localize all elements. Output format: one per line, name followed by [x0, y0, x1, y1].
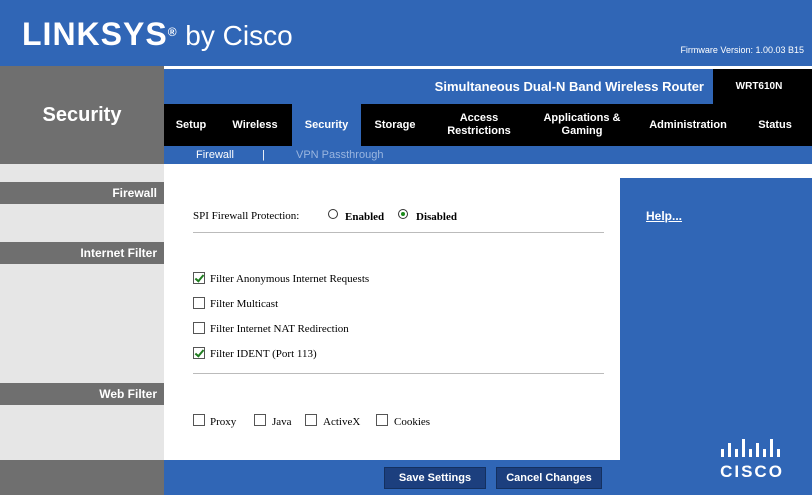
firmware-version: Firmware Version: 1.00.03 B15 [680, 45, 804, 55]
tab-storage[interactable]: Storage [361, 104, 429, 146]
section-label-web-filter: Web Filter [0, 383, 164, 405]
left-section-panel [0, 164, 164, 495]
cancel-changes-button[interactable]: Cancel Changes [496, 467, 602, 489]
tab-applications-gaming[interactable]: Applications & Gaming [531, 104, 633, 146]
subtab-vpn-passthrough[interactable]: VPN Passthrough [296, 149, 383, 161]
spi-disabled-radio[interactable] [398, 209, 408, 219]
section-label-firewall: Firewall [0, 182, 164, 204]
activex-label: ActiveX [323, 416, 361, 428]
subnav-separator: | [262, 149, 265, 161]
proxy-label: Proxy [210, 416, 237, 428]
spi-enabled-label: Enabled [345, 211, 385, 223]
filter-nat-redirection-checkbox[interactable] [193, 322, 205, 334]
page-title: Security [42, 104, 122, 126]
tab-wireless[interactable]: Wireless [218, 104, 292, 146]
left-bottom-bar [0, 460, 164, 495]
internet-filter-divider [193, 373, 604, 374]
tab-administration[interactable]: Administration [640, 104, 736, 146]
logo-brand: LINKSYS [22, 16, 168, 52]
logo-by-cisco: by Cisco [177, 20, 293, 51]
product-name: Simultaneous Dual-N Band Wireless Router [434, 79, 704, 94]
java-label: Java [272, 416, 292, 428]
filter-anonymous-label: Filter Anonymous Internet Requests [210, 273, 370, 285]
proxy-checkbox[interactable] [193, 414, 205, 426]
save-settings-button[interactable]: Save Settings [384, 467, 486, 489]
tab-status[interactable]: Status [744, 104, 806, 146]
filter-multicast-checkbox[interactable] [193, 297, 205, 309]
firewall-divider [193, 232, 604, 233]
subtab-firewall[interactable]: Firewall [196, 149, 234, 161]
model-name: WRT610N [735, 81, 783, 92]
help-link[interactable]: Help... [646, 209, 682, 223]
cookies-checkbox[interactable] [376, 414, 388, 426]
linksys-logo: LINKSYS® by Cisco [22, 16, 293, 54]
filter-multicast-label: Filter Multicast [210, 298, 279, 310]
logo-registered-mark: ® [167, 25, 178, 39]
spi-enabled-radio[interactable] [328, 209, 338, 219]
java-checkbox[interactable] [254, 414, 266, 426]
section-label-internet-filter: Internet Filter [0, 242, 164, 264]
cookies-label: Cookies [394, 416, 431, 428]
tab-setup[interactable]: Setup [164, 104, 218, 146]
svg-text:CISCO: CISCO [720, 462, 784, 481]
filter-ident-checkbox[interactable] [193, 347, 205, 359]
activex-checkbox[interactable] [305, 414, 317, 426]
tab-access-restrictions[interactable]: Access Restrictions [433, 104, 525, 146]
filter-anonymous-checkbox[interactable] [193, 272, 205, 284]
cisco-logo-icon: CISCO [720, 439, 784, 481]
spi-disabled-label: Disabled [416, 211, 457, 223]
tab-security[interactable]: Security [292, 104, 361, 146]
filter-nat-redirection-label: Filter Internet NAT Redirection [210, 323, 349, 335]
spi-firewall-label: SPI Firewall Protection: [193, 210, 300, 222]
filter-ident-label: Filter IDENT (Port 113) [210, 348, 317, 360]
